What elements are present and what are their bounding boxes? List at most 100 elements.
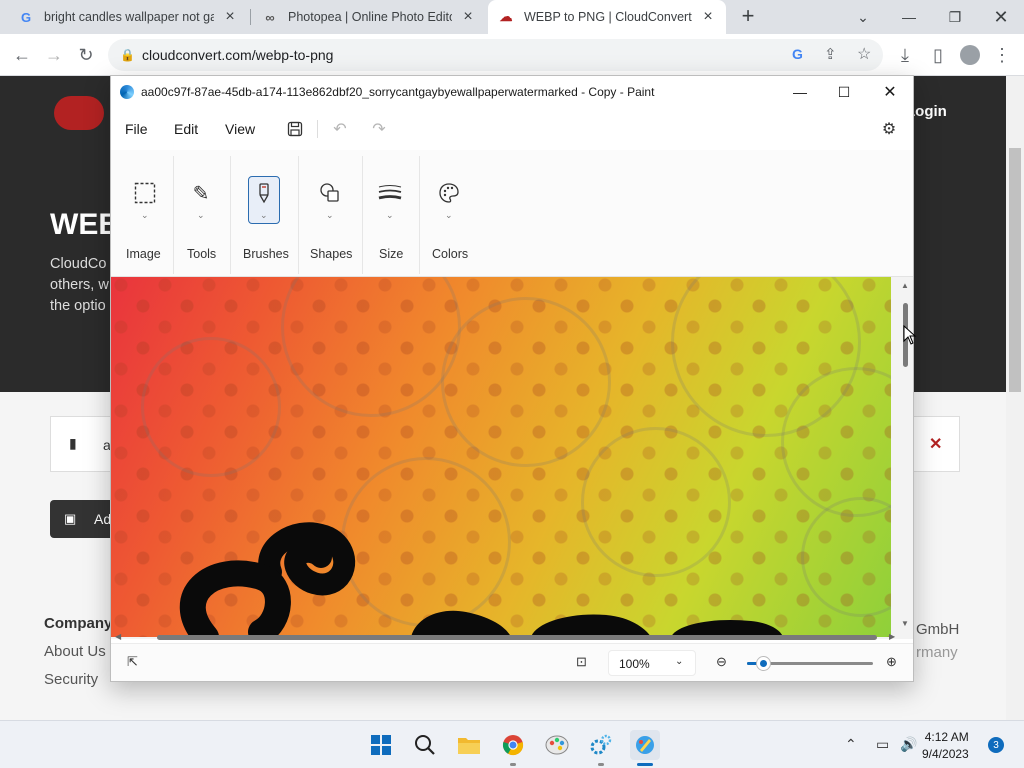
paint-palette-app-icon[interactable] — [542, 730, 572, 760]
page-scrollbar-thumb[interactable] — [1009, 148, 1021, 392]
ribbon-label: Shapes — [310, 247, 353, 261]
menu-icon[interactable]: ⋮ — [989, 42, 1015, 68]
tab-cloudconvert[interactable]: ☁ WEBP to PNG | CloudConvert × — [488, 0, 726, 34]
url-text: cloudconvert.com/webp-to-png — [142, 47, 334, 63]
page-scrollbar[interactable] — [1006, 76, 1024, 720]
mouse-cursor — [903, 324, 917, 350]
close-tab-icon[interactable]: × — [700, 8, 716, 25]
undo-icon[interactable]: ↶ — [329, 118, 351, 140]
file-icon: ▮ — [69, 435, 77, 451]
settings-gear-icon[interactable]: ⚙ — [878, 118, 900, 140]
zoom-select[interactable]: 100% ⌄ — [608, 650, 696, 676]
palette-icon[interactable] — [434, 178, 464, 208]
paint-maximize-button[interactable]: ☐ — [821, 76, 867, 108]
photopea-favicon-icon: ∞ — [265, 9, 275, 25]
paint-minimize-button[interactable]: — — [777, 76, 823, 108]
size-icon[interactable] — [375, 178, 405, 208]
volume-icon[interactable]: 🔊 — [900, 736, 917, 753]
tools-icon[interactable]: ✎ — [186, 178, 216, 208]
ribbon-group-colors[interactable]: ⌄ Colors — [420, 150, 480, 277]
footer-company: Company About Us Security — [44, 610, 112, 694]
ribbon-group-shapes[interactable]: ⌄ Shapes — [299, 150, 362, 277]
close-tab-icon[interactable]: × — [222, 8, 238, 25]
scroll-down-arrow-icon[interactable]: ▼ — [901, 619, 909, 628]
chevron-down-icon[interactable]: ⌄ — [141, 210, 149, 221]
ribbon-group-size[interactable]: ⌄ Size — [363, 150, 419, 277]
save-icon[interactable] — [284, 118, 306, 140]
lock-icon[interactable]: 🔒 — [120, 48, 135, 62]
chevron-down-icon[interactable]: ⌄ — [260, 210, 268, 221]
tab-google-search[interactable]: G bright candles wallpaper not gay × — [8, 0, 248, 34]
notification-badge[interactable]: 3 — [988, 737, 1004, 753]
ribbon-group-tools[interactable]: ✎ ⌄ Tools — [174, 150, 230, 277]
remove-file-icon[interactable]: ✕ — [929, 434, 942, 454]
running-indicator — [598, 763, 604, 766]
scroll-left-arrow-icon[interactable]: ◀ — [115, 632, 121, 641]
download-icon[interactable]: ⤓ — [892, 42, 918, 68]
address-bar[interactable]: 🔒 cloudconvert.com/webp-to-png G ⇪ ☆ — [108, 39, 883, 71]
paint-title: aa00c97f-87ae-45db-a174-113e862dbf20_sor… — [141, 85, 655, 99]
menu-edit[interactable]: Edit — [174, 121, 198, 137]
start-windows-icon[interactable] — [366, 730, 396, 760]
file-explorer-icon[interactable] — [454, 730, 484, 760]
back-icon[interactable]: ← — [9, 42, 35, 68]
new-tab-button[interactable]: + — [736, 3, 760, 28]
system-clock[interactable]: 4:12 AM 9/4/2023 — [922, 729, 969, 763]
scroll-right-arrow-icon[interactable]: ▶ — [889, 632, 895, 641]
zoom-in-icon[interactable]: ⊕ — [886, 654, 897, 670]
canvas-area[interactable] — [111, 277, 913, 639]
chevron-down-icon[interactable]: ⌄ — [326, 210, 334, 221]
chrome-icon[interactable] — [498, 730, 528, 760]
network-icon[interactable]: ▭ — [876, 736, 889, 753]
tab-search-chevron-icon[interactable]: ⌄ — [840, 0, 886, 34]
cloudconvert-logo[interactable] — [54, 96, 104, 130]
zoom-out-icon[interactable]: ⊖ — [716, 654, 727, 670]
paint-status-bar: ⇱ ⊡ 100% ⌄ ⊖ ⊕ — [111, 643, 913, 681]
footer-link-about[interactable]: About Us — [44, 638, 112, 666]
paint-taskbar-icon[interactable] — [630, 730, 660, 760]
search-icon[interactable] — [410, 730, 440, 760]
menu-view[interactable]: View — [225, 121, 255, 137]
google-icon[interactable]: G — [792, 46, 803, 62]
selection-icon[interactable] — [130, 178, 160, 208]
pointer-position-icon: ⇱ — [127, 654, 138, 669]
scroll-up-arrow-icon[interactable]: ▲ — [901, 281, 909, 290]
paint-close-button[interactable]: ✕ — [867, 76, 913, 108]
fit-to-window-icon[interactable]: ⊡ — [576, 654, 587, 670]
zoom-slider[interactable] — [747, 657, 873, 670]
horizontal-scroll-thumb[interactable] — [157, 635, 877, 640]
ribbon-label: Brushes — [243, 247, 289, 261]
footer-link-security[interactable]: Security — [44, 666, 112, 694]
chevron-down-icon[interactable]: ⌄ — [197, 210, 205, 221]
minimize-button[interactable]: — — [886, 0, 932, 34]
image-canvas[interactable] — [111, 277, 891, 637]
redo-icon[interactable]: ↷ — [368, 118, 390, 140]
share-icon[interactable]: ⇪ — [824, 45, 837, 63]
ribbon-group-image[interactable]: ⌄ Image — [121, 150, 173, 277]
profile-icon[interactable] — [957, 42, 983, 68]
forward-icon[interactable]: → — [41, 42, 67, 68]
reload-icon[interactable]: ↻ — [73, 42, 99, 68]
sidepanel-icon[interactable]: ▯ — [925, 42, 951, 68]
footer-address-line: GmbH — [916, 621, 960, 638]
close-tab-icon[interactable]: × — [460, 8, 476, 25]
paint-title-bar[interactable]: aa00c97f-87ae-45db-a174-113e862dbf20_sor… — [111, 76, 913, 108]
tab-photopea[interactable]: ∞ Photopea | Online Photo Editor × — [252, 0, 486, 34]
chevron-down-icon[interactable]: ⌄ — [386, 210, 394, 221]
shapes-icon[interactable] — [315, 178, 345, 208]
chevron-down-icon[interactable]: ⌄ — [445, 210, 453, 221]
footer-heading: Company — [44, 615, 113, 632]
ribbon-label: Size — [379, 247, 404, 261]
close-window-button[interactable]: ✕ — [978, 0, 1024, 34]
brush-icon[interactable] — [249, 178, 279, 208]
hero-desc-line: CloudCo — [50, 256, 107, 272]
cloudconvert-favicon-icon: ☁ — [499, 9, 513, 24]
settings-gear-app-icon[interactable] — [586, 730, 616, 760]
zoom-slider-knob[interactable] — [757, 657, 771, 670]
canvas-horizontal-scrollbar[interactable]: ◀ ▶ — [111, 631, 899, 643]
restore-button[interactable]: ❐ — [932, 0, 978, 34]
show-hidden-icons-chevron-icon[interactable]: ⌃ — [845, 736, 857, 753]
star-icon[interactable]: ☆ — [857, 44, 871, 64]
menu-file[interactable]: File — [125, 121, 148, 137]
ribbon-group-brushes[interactable]: ⌄ Brushes — [231, 150, 297, 277]
